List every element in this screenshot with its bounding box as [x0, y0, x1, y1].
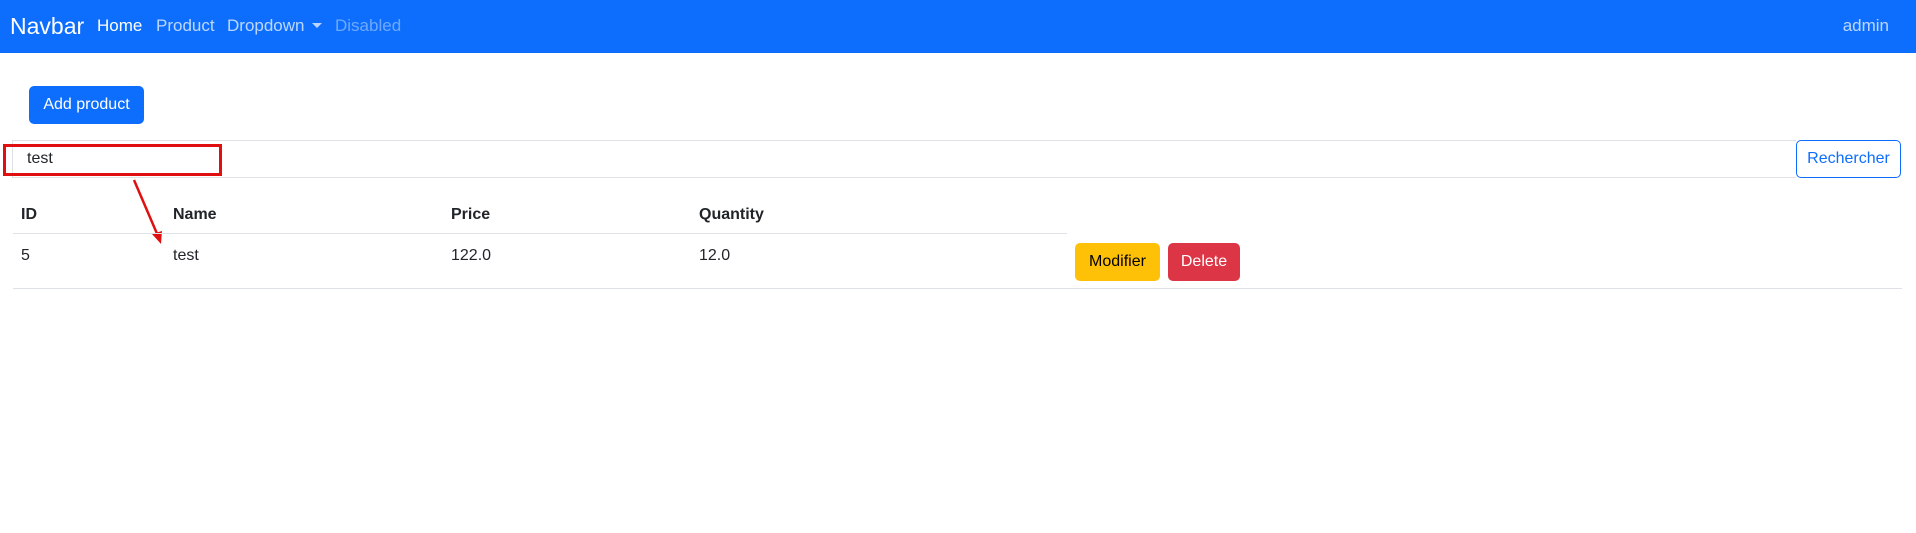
annotation-arrow-icon [132, 179, 162, 244]
cell-name: test [173, 247, 199, 264]
chevron-down-icon [311, 23, 322, 28]
column-header-price: Price [451, 206, 491, 223]
cell-price: 122.0 [451, 247, 492, 264]
table-header-divider [13, 233, 1067, 234]
navbar-brand[interactable]: Navbar [10, 13, 84, 40]
nav-dropdown-toggle[interactable]: Dropdown [227, 16, 322, 36]
column-header-quantity: Quantity [699, 206, 764, 223]
column-header-id: ID [21, 206, 37, 223]
modify-button[interactable]: Modifier [1075, 243, 1160, 281]
user-menu[interactable]: admin [1843, 16, 1889, 36]
nav-dropdown-label: Dropdown [227, 16, 305, 35]
table-row-divider [13, 288, 1902, 289]
nav-link-home[interactable]: Home [97, 16, 142, 36]
cell-quantity: 12.0 [699, 247, 731, 264]
nav-link-disabled: Disabled [335, 16, 402, 35]
nav-link-product[interactable]: Product [156, 16, 215, 36]
top-navbar: Navbar Home Product Dropdown Disabled ad… [0, 0, 1916, 53]
search-input[interactable]: test [12, 140, 1796, 178]
delete-button[interactable]: Delete [1168, 243, 1240, 281]
column-header-name: Name [173, 206, 217, 223]
cell-id: 5 [21, 247, 30, 264]
search-button[interactable]: Rechercher [1796, 140, 1901, 178]
add-product-button[interactable]: Add product [29, 86, 144, 124]
